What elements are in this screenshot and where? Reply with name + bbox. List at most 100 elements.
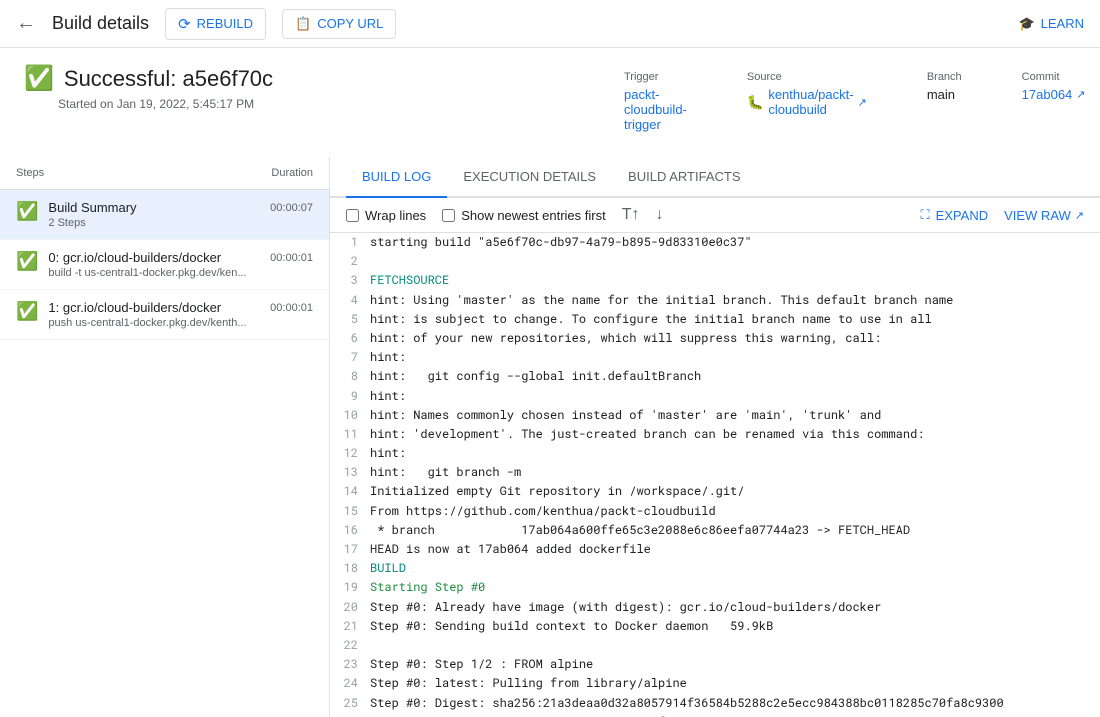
show-newest-checkbox[interactable] xyxy=(442,209,455,222)
rebuild-button[interactable]: ⟳ REBUILD xyxy=(165,8,266,40)
line-number: 1 xyxy=(338,233,370,252)
copy-icon: 📋 xyxy=(295,16,311,32)
step-sub: 2 Steps xyxy=(48,217,260,229)
log-tabs: BUILD LOG EXECUTION DETAILS BUILD ARTIFA… xyxy=(330,157,1100,198)
line-number: 10 xyxy=(338,406,370,425)
line-text: hint: Names commonly chosen instead of '… xyxy=(370,406,881,425)
source-value[interactable]: 🐛 kenthua/packt-cloudbuild ↗ xyxy=(747,87,867,117)
line-text: hint: is subject to change. To configure… xyxy=(370,310,932,329)
rebuild-icon: ⟳ xyxy=(178,15,191,33)
line-number: 20 xyxy=(338,598,370,617)
external-link-icon: ↗ xyxy=(858,96,867,109)
meta-commit: Commit 17ab064 ↗ xyxy=(1022,71,1086,132)
step-duration: 00:00:01 xyxy=(270,302,313,314)
line-number: 23 xyxy=(338,655,370,674)
step-cmd: push us-central1-docker.pkg.dev/kenth... xyxy=(48,317,248,329)
log-line: 16 * branch 17ab064a600ffe65c3e2088e6c86… xyxy=(330,521,1100,540)
copy-url-button[interactable]: 📋 COPY URL xyxy=(282,9,396,39)
line-text: starting build "a5e6f70c-db97-4a79-b895-… xyxy=(370,233,752,252)
expand-button[interactable]: ⛶ EXPAND xyxy=(920,207,988,223)
toolbar: ← Build details ⟳ REBUILD 📋 COPY URL 🎓 L… xyxy=(0,0,1100,48)
log-content: 1 starting build "a5e6f70c-db97-4a79-b89… xyxy=(330,233,1100,717)
log-line: 7 hint: xyxy=(330,348,1100,367)
line-text: hint: git config --global init.defaultBr… xyxy=(370,367,708,386)
line-text: HEAD is now at 17ab064 added dockerfile xyxy=(370,540,651,559)
step-item[interactable]: ✅ 1: gcr.io/cloud-builders/docker push u… xyxy=(0,290,329,340)
line-number: 8 xyxy=(338,367,370,386)
line-number: 15 xyxy=(338,502,370,521)
learn-button[interactable]: 🎓 LEARN xyxy=(1018,16,1084,32)
log-line: 13 hint: git branch -m xyxy=(330,463,1100,482)
trigger-value[interactable]: packt-cloudbuild-trigger xyxy=(624,87,687,132)
log-line: 9 hint: xyxy=(330,387,1100,406)
meta-row: Trigger packt-cloudbuild-trigger Source … xyxy=(624,71,1076,132)
line-text: From https://github.com/kenthua/packt-cl… xyxy=(370,502,716,521)
wrap-lines-checkbox[interactable] xyxy=(346,209,359,222)
log-line: 19 Starting Step #0 xyxy=(330,578,1100,597)
line-number: 21 xyxy=(338,617,370,636)
external-link-icon-commit: ↗ xyxy=(1076,88,1085,101)
line-text: Initialized empty Git repository in /wor… xyxy=(370,482,744,501)
step-item[interactable]: ✅ Build Summary 2 Steps 00:00:07 xyxy=(0,190,329,240)
line-number: 11 xyxy=(338,425,370,444)
log-line: 12 hint: xyxy=(330,444,1100,463)
tab-build-artifacts[interactable]: BUILD ARTIFACTS xyxy=(612,157,756,198)
github-icon: 🐛 xyxy=(747,94,764,111)
build-id: Successful: a5e6f70c xyxy=(64,66,273,92)
line-number: 14 xyxy=(338,482,370,501)
line-number: 4 xyxy=(338,291,370,310)
line-number: 22 xyxy=(338,636,370,655)
log-line: 20 Step #0: Already have image (with dig… xyxy=(330,598,1100,617)
line-text: Step #0: latest: Pulling from library/al… xyxy=(370,674,687,693)
tab-build-log[interactable]: BUILD LOG xyxy=(346,157,447,198)
log-line: 1 starting build "a5e6f70c-db97-4a79-b89… xyxy=(330,233,1100,252)
log-area: BUILD LOG EXECUTION DETAILS BUILD ARTIFA… xyxy=(330,157,1100,717)
log-line: 18 BUILD xyxy=(330,559,1100,578)
back-button[interactable]: ← xyxy=(16,12,36,35)
line-text: Step #0: Already have image (with digest… xyxy=(370,598,881,617)
log-line: 22 xyxy=(330,636,1100,655)
line-text: hint: 'development'. The just-created br… xyxy=(370,425,925,444)
meta-trigger: Trigger packt-cloudbuild-trigger xyxy=(624,71,687,132)
meta-branch: Branch main xyxy=(927,71,962,132)
log-line: 17 HEAD is now at 17ab064 added dockerfi… xyxy=(330,540,1100,559)
steps-sidebar: Steps Duration ✅ Build Summary 2 Steps 0… xyxy=(0,157,330,717)
line-text: hint: xyxy=(370,348,406,367)
log-line: 23 Step #0: Step 1/2 : FROM alpine xyxy=(330,655,1100,674)
line-number: 3 xyxy=(338,271,370,290)
step-content: 0: gcr.io/cloud-builders/docker build -t… xyxy=(48,250,260,279)
log-line: 21 Step #0: Sending build context to Doc… xyxy=(330,617,1100,636)
log-line: 15 From https://github.com/kenthua/packt… xyxy=(330,502,1100,521)
step-success-icon: ✅ xyxy=(16,301,38,322)
line-text: hint: xyxy=(370,444,406,463)
view-raw-button[interactable]: VIEW RAW ↗ xyxy=(1004,208,1084,223)
commit-value[interactable]: 17ab064 ↗ xyxy=(1022,87,1086,102)
line-number: 12 xyxy=(338,444,370,463)
page-title: Build details xyxy=(52,13,149,34)
step-success-icon: ✅ xyxy=(16,201,38,222)
line-text: Step #0: Status: Downloaded newer image … xyxy=(370,713,780,717)
line-number: 19 xyxy=(338,578,370,597)
line-number: 18 xyxy=(338,559,370,578)
log-line: 3 FETCHSOURCE xyxy=(330,271,1100,290)
main-layout: Steps Duration ✅ Build Summary 2 Steps 0… xyxy=(0,157,1100,717)
show-newest-label[interactable]: Show newest entries first xyxy=(442,208,606,223)
line-text: Starting Step #0 xyxy=(370,578,485,597)
steps-header: Steps Duration xyxy=(0,157,329,190)
step-content: Build Summary 2 Steps xyxy=(48,200,260,229)
step-item[interactable]: ✅ 0: gcr.io/cloud-builders/docker build … xyxy=(0,240,329,290)
step-name: 1: gcr.io/cloud-builders/docker xyxy=(48,300,260,315)
line-number: 2 xyxy=(338,252,370,271)
line-text: FETCHSOURCE xyxy=(370,271,449,290)
line-number: 26 xyxy=(338,713,370,717)
line-number: 25 xyxy=(338,694,370,713)
log-line: 10 hint: Names commonly chosen instead o… xyxy=(330,406,1100,425)
step-success-icon: ✅ xyxy=(16,251,38,272)
download-icon[interactable]: ↓ xyxy=(655,206,663,224)
line-number: 16 xyxy=(338,521,370,540)
font-increase-icon[interactable]: T↑ xyxy=(622,206,640,224)
step-duration: 00:00:01 xyxy=(270,252,313,264)
wrap-lines-label[interactable]: Wrap lines xyxy=(346,208,426,223)
tab-execution-details[interactable]: EXECUTION DETAILS xyxy=(447,157,612,198)
step-duration: 00:00:07 xyxy=(270,202,313,214)
